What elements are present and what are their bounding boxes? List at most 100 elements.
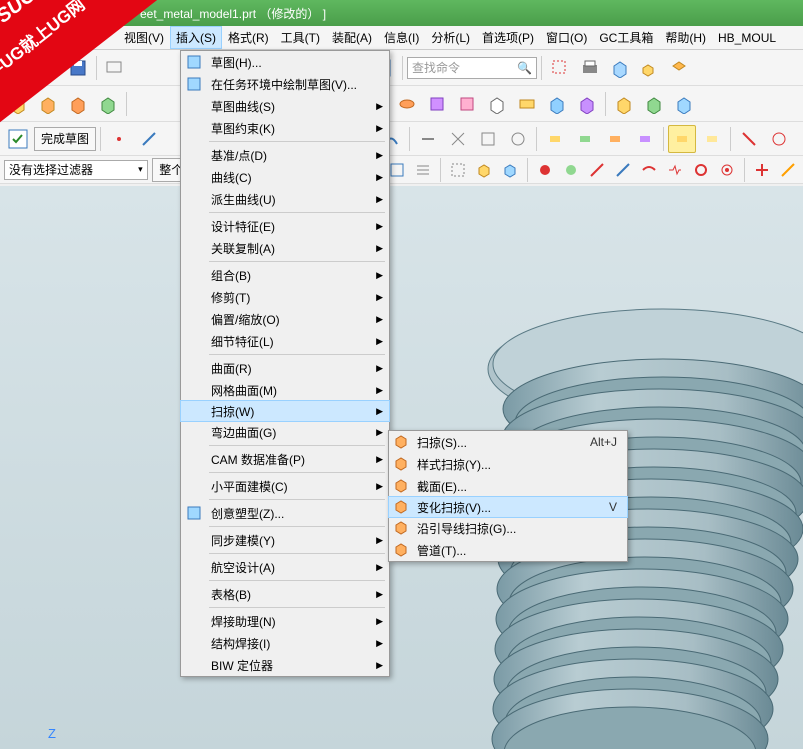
m4-icon[interactable]: [631, 125, 659, 153]
m2-icon[interactable]: [571, 125, 599, 153]
f7-icon[interactable]: [560, 159, 582, 181]
selection-filter[interactable]: 没有选择过滤器▾: [4, 160, 148, 180]
menu-P[interactable]: 首选项(P): [476, 26, 540, 49]
submenu-item[interactable]: 样式扫掠(Y)...: [389, 453, 627, 475]
f9-icon[interactable]: [612, 159, 634, 181]
menu-item[interactable]: 曲线(C)▶: [181, 166, 389, 188]
tb-icon[interactable]: [101, 54, 129, 82]
f6-icon[interactable]: [534, 159, 556, 181]
m6-icon[interactable]: [698, 125, 726, 153]
menu-item[interactable]: 同步建模(Y)▶: [181, 529, 389, 551]
menu-item[interactable]: 小平面建模(C)▶: [181, 475, 389, 497]
menu-item[interactable]: 基准/点(D)▶: [181, 144, 389, 166]
menu-item[interactable]: 曲面(R)▶: [181, 357, 389, 379]
f2-icon[interactable]: [412, 159, 434, 181]
print-icon[interactable]: [576, 54, 604, 82]
f12-icon[interactable]: [690, 159, 712, 181]
f10-icon[interactable]: [638, 159, 660, 181]
feature9-icon[interactable]: [670, 90, 698, 118]
f4-icon[interactable]: [473, 159, 495, 181]
search-input[interactable]: 查找命令🔍: [407, 57, 537, 79]
menu-item[interactable]: 设计特征(E)▶: [181, 215, 389, 237]
menu-item[interactable]: BIW 定位器▶: [181, 654, 389, 676]
sheet-icon[interactable]: [666, 54, 694, 82]
menu-GC[interactable]: GC工具箱: [593, 26, 659, 49]
select-icon[interactable]: [546, 54, 574, 82]
m3-icon[interactable]: [601, 125, 629, 153]
revolve-icon[interactable]: [393, 90, 421, 118]
m7-icon[interactable]: [735, 125, 763, 153]
trim4-icon[interactable]: [504, 125, 532, 153]
sk2-icon[interactable]: [135, 125, 163, 153]
menu-item[interactable]: CAM 数据准备(P)▶: [181, 448, 389, 470]
menu-A[interactable]: 装配(A): [326, 26, 378, 49]
f14-icon[interactable]: [751, 159, 773, 181]
submenu-item[interactable]: 变化扫掠(V)...V: [388, 496, 628, 518]
submenu-item[interactable]: 管道(T)...: [389, 539, 627, 561]
menu-item[interactable]: 组合(B)▶: [181, 264, 389, 286]
menu-S[interactable]: 插入(S): [170, 26, 222, 49]
box5-icon[interactable]: [94, 90, 122, 118]
menu-item[interactable]: 网格曲面(M)▶: [181, 379, 389, 401]
trim1-icon[interactable]: [414, 125, 442, 153]
menu-item[interactable]: 偏置/缩放(O)▶: [181, 308, 389, 330]
menu-R[interactable]: 格式(R): [222, 26, 275, 49]
menu-item[interactable]: 修剪(T)▶: [181, 286, 389, 308]
f5-icon[interactable]: [499, 159, 521, 181]
finish-sketch-icon[interactable]: [4, 125, 32, 153]
box3-icon[interactable]: [34, 90, 62, 118]
submenu-item[interactable]: 扫掠(S)...Alt+J: [389, 431, 627, 453]
menu-O[interactable]: 窗口(O): [540, 26, 593, 49]
trim2-icon[interactable]: [444, 125, 472, 153]
f11-icon[interactable]: [664, 159, 686, 181]
menu-item[interactable]: 草图曲线(S)▶: [181, 95, 389, 117]
menu-T[interactable]: 工具(T): [275, 26, 326, 49]
menu-H[interactable]: 帮助(H): [659, 26, 712, 49]
save-icon[interactable]: [64, 54, 92, 82]
menu-L[interactable]: 分析(L): [425, 26, 476, 49]
menu-item[interactable]: 在任务环境中绘制草图(V)...: [181, 73, 389, 95]
box4-icon[interactable]: [64, 90, 92, 118]
menu-item[interactable]: 扫掠(W)▶: [180, 400, 390, 422]
menu-item[interactable]: 创意塑型(Z)...: [181, 502, 389, 524]
feature6-icon[interactable]: [573, 90, 601, 118]
menu-item[interactable]: 结构焊接(I)▶: [181, 632, 389, 654]
feature8-icon[interactable]: [640, 90, 668, 118]
sk1-icon[interactable]: [105, 125, 133, 153]
trim3-icon[interactable]: [474, 125, 502, 153]
menu-item[interactable]: 弯边曲面(G)▶: [181, 421, 389, 443]
submenu-item[interactable]: 沿引导线扫掠(G)...: [389, 517, 627, 539]
menu-item[interactable]: 航空设计(A)▶: [181, 556, 389, 578]
toolbar-row-2: [0, 86, 803, 122]
menu-HB_MOUL[interactable]: HB_MOUL: [712, 28, 782, 48]
menu-item[interactable]: 草图约束(K)▶: [181, 117, 389, 139]
open-icon[interactable]: [34, 54, 62, 82]
feature5-icon[interactable]: [543, 90, 571, 118]
menu-item[interactable]: 草图(H)...: [181, 51, 389, 73]
menu-item[interactable]: 焊接助理(N)▶: [181, 610, 389, 632]
submenu-item[interactable]: 截面(E)...: [389, 475, 627, 497]
m5-icon[interactable]: [668, 125, 696, 153]
menu-item[interactable]: 表格(B)▶: [181, 583, 389, 605]
feature1-icon[interactable]: [423, 90, 451, 118]
menu-I[interactable]: 信息(I): [378, 26, 425, 49]
f8-icon[interactable]: [586, 159, 608, 181]
feature2-icon[interactable]: [453, 90, 481, 118]
m1-icon[interactable]: [541, 125, 569, 153]
f3-icon[interactable]: [447, 159, 469, 181]
finish-sketch-button[interactable]: 完成草图: [34, 127, 96, 151]
menu-V[interactable]: 视图(V): [118, 26, 170, 49]
menu-item[interactable]: 细节特征(L)▶: [181, 330, 389, 352]
f13-icon[interactable]: [716, 159, 738, 181]
feature4-icon[interactable]: [513, 90, 541, 118]
feature3-icon[interactable]: [483, 90, 511, 118]
menu-item[interactable]: 关联复制(A)▶: [181, 237, 389, 259]
box2-icon[interactable]: [4, 90, 32, 118]
box-icon[interactable]: [606, 54, 634, 82]
f15-icon[interactable]: [777, 159, 799, 181]
new-icon[interactable]: [4, 54, 32, 82]
feature7-icon[interactable]: [610, 90, 638, 118]
assembly-icon[interactable]: [636, 54, 664, 82]
menu-item[interactable]: 派生曲线(U)▶: [181, 188, 389, 210]
m8-icon[interactable]: [765, 125, 793, 153]
